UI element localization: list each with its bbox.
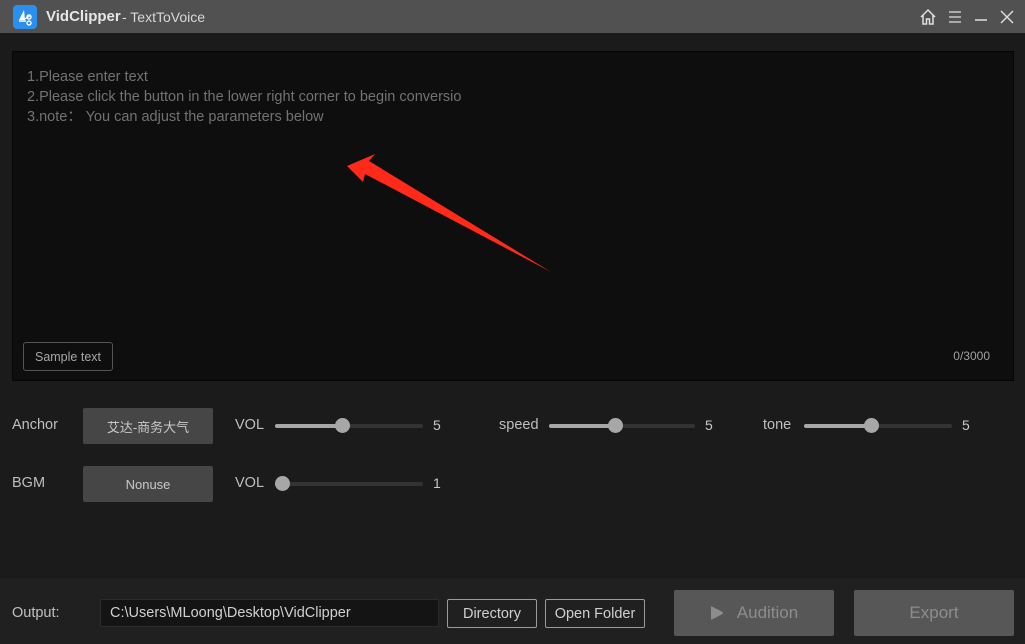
slider-thumb[interactable] <box>864 418 879 433</box>
sample-text-button[interactable]: Sample text <box>23 342 113 371</box>
bgm-select[interactable]: Nonuse <box>83 466 213 502</box>
tone-value: 5 <box>962 417 970 433</box>
output-label: Output: <box>12 605 60 621</box>
anchor-vol-slider[interactable] <box>275 418 423 433</box>
output-path-input[interactable] <box>100 599 439 627</box>
hint-line-1: 1.Please enter text <box>27 69 148 85</box>
bgm-vol-slider[interactable] <box>275 476 423 491</box>
tone-slider[interactable] <box>804 418 952 433</box>
hint-line-2: 2.Please click the button in the lower r… <box>27 89 462 105</box>
home-button[interactable] <box>917 6 939 28</box>
slider-fill <box>804 424 871 428</box>
bgm-vol-value: 1 <box>433 475 441 491</box>
anchor-select[interactable]: 艾达-商务大气 <box>83 408 213 444</box>
anchor-row: Anchor 艾达-商务大气 VOL 5 speed 5 tone 5 <box>0 408 1025 444</box>
play-icon <box>710 606 723 620</box>
bgm-label: BGM <box>12 475 46 491</box>
slider-thumb[interactable] <box>275 476 290 491</box>
minimize-icon <box>975 19 987 21</box>
menu-button[interactable] <box>944 6 966 28</box>
directory-button[interactable]: Directory <box>447 599 537 628</box>
anchor-vol-label: VOL <box>235 417 265 433</box>
minimize-button[interactable] <box>970 6 992 28</box>
app-name: VidClipper <box>46 8 121 25</box>
bgm-row: BGM Nonuse VOL 1 <box>0 466 1025 502</box>
anchor-label: Anchor <box>12 417 58 433</box>
title-bar: VidClipper - TextToVoice <box>0 0 1025 33</box>
slider-fill <box>275 424 342 428</box>
audition-button[interactable]: Audition <box>674 590 834 636</box>
home-icon <box>920 8 936 25</box>
bgm-vol-label: VOL <box>235 475 265 491</box>
audition-label: Audition <box>736 603 799 622</box>
text-input[interactable]: 1.Please enter text 2.Please click the b… <box>27 67 987 327</box>
app-logo-icon <box>13 5 37 29</box>
char-counter: 0/3000 <box>953 349 990 363</box>
open-folder-button[interactable]: Open Folder <box>545 599 645 628</box>
slider-thumb[interactable] <box>608 418 623 433</box>
close-icon <box>1000 10 1014 24</box>
slider-fill <box>549 424 615 428</box>
close-button[interactable] <box>996 6 1018 28</box>
menu-icon <box>949 11 961 23</box>
slider-thumb[interactable] <box>335 418 350 433</box>
speed-slider[interactable] <box>549 418 695 433</box>
hint-line-3: 3.note： You can adjust the parameters be… <box>27 109 324 125</box>
window-subtitle: - TextToVoice <box>122 9 206 25</box>
speed-value: 5 <box>705 417 713 433</box>
export-button[interactable]: Export <box>854 590 1014 636</box>
anchor-vol-value: 5 <box>433 417 441 433</box>
output-bar: Output: Directory Open Folder Audition E… <box>0 578 1025 644</box>
tone-label: tone <box>763 417 792 433</box>
text-editor[interactable]: 1.Please enter text 2.Please click the b… <box>12 51 1014 381</box>
speed-label: speed <box>499 417 539 433</box>
